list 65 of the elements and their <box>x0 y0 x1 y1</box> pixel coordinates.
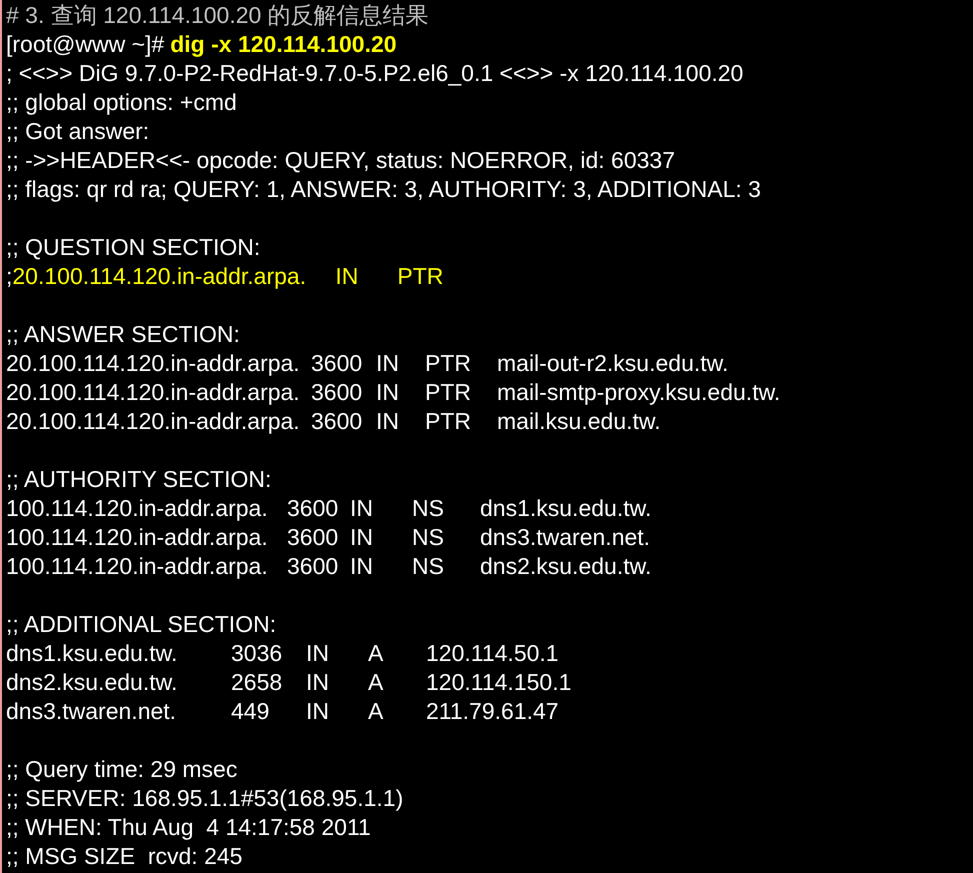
record-field: 3600 <box>287 552 350 581</box>
record-field: 20.100.114.120.in-addr.arpa. <box>6 349 311 378</box>
output-line: ;; MSG SIZE rcvd: 245 <box>6 842 242 871</box>
record-field: 3600 <box>311 378 376 407</box>
output-line: ;; flags: qr rd ra; QUERY: 1, ANSWER: 3, AUTHORITY: 3, ADDITIONAL: 3 <box>6 175 761 204</box>
record-field: dns3.twaren.net. <box>480 523 973 552</box>
record-field: 3600 <box>311 407 376 436</box>
record-field: A <box>368 668 426 697</box>
record-field: IN <box>376 378 425 407</box>
record-field: 100.114.120.in-addr.arpa. <box>6 552 287 581</box>
comment-marker: ; <box>6 262 12 291</box>
record-field: NS <box>412 552 480 581</box>
record-field: IN <box>306 697 368 726</box>
record-field: 3600 <box>311 349 376 378</box>
record-field: IN <box>350 552 412 581</box>
record-field: 100.114.120.in-addr.arpa. <box>6 494 287 523</box>
record-field: IN <box>350 494 412 523</box>
record-field: A <box>368 697 426 726</box>
shell-prompt: [root@www ~]# <box>6 30 164 59</box>
record-field: 449 <box>231 697 306 726</box>
record-field: mail-out-r2.ksu.edu.tw. <box>497 349 973 378</box>
record-field: PTR <box>425 407 497 436</box>
record-field: 211.79.61.47 <box>426 697 973 726</box>
record-field: IN <box>306 639 368 668</box>
record-field: IN <box>376 407 425 436</box>
record-field: PTR <box>425 378 497 407</box>
record-field: PTR <box>397 262 444 291</box>
record-field: dns1.ksu.edu.tw. <box>6 639 231 668</box>
output-line: ;; SERVER: 168.95.1.1#53(168.95.1.1) <box>6 784 404 813</box>
output-line: ;; global options: +cmd <box>6 88 237 117</box>
record-field: dns2.ksu.edu.tw. <box>480 552 973 581</box>
record-field: mail.ksu.edu.tw. <box>497 407 973 436</box>
output-line: ;; Got answer: <box>6 117 150 146</box>
output-line: ;; QUESTION SECTION: <box>6 233 260 262</box>
record-field: IN <box>376 349 425 378</box>
record-field: 3600 <box>287 494 350 523</box>
record-field: 3036 <box>231 639 306 668</box>
record-field: PTR <box>425 349 497 378</box>
record-field: NS <box>412 523 480 552</box>
record-field: mail-smtp-proxy.ksu.edu.tw. <box>497 378 973 407</box>
command-text: dig -x 120.114.100.20 <box>170 30 397 59</box>
record-field: IN <box>350 523 412 552</box>
output-line: ;; AUTHORITY SECTION: <box>6 465 272 494</box>
record-field: 100.114.120.in-addr.arpa. <box>6 523 287 552</box>
output-line: ;; WHEN: Thu Aug 4 14:17:58 2011 <box>6 813 371 842</box>
output-line: ;; ADDITIONAL SECTION: <box>6 610 276 639</box>
comment-line: # 3. 查询 120.114.100.20 的反解信息结果 <box>6 1 429 30</box>
record-field: IN <box>335 262 398 291</box>
record-field: 20.100.114.120.in-addr.arpa. <box>12 262 336 291</box>
record-field: 120.114.50.1 <box>426 639 973 668</box>
output-line: ;; ANSWER SECTION: <box>6 320 240 349</box>
output-line: ;; ->>HEADER<<- opcode: QUERY, status: NOERROR, id: 60337 <box>6 146 676 175</box>
record-field: dns3.twaren.net. <box>6 697 231 726</box>
record-field: 2658 <box>231 668 306 697</box>
record-field: dns2.ksu.edu.tw. <box>6 668 231 697</box>
record-field: 20.100.114.120.in-addr.arpa. <box>6 378 311 407</box>
record-field: IN <box>306 668 368 697</box>
record-field: A <box>368 639 426 668</box>
output-line: ; <<>> DiG 9.7.0-P2-RedHat-9.7.0-5.P2.el6_0.1 <<>> -x 120.114.100.20 <box>6 59 744 88</box>
record-field: dns1.ksu.edu.tw. <box>480 494 973 523</box>
record-field: 3600 <box>287 523 350 552</box>
output-line: ;; Query time: 29 msec <box>6 755 238 784</box>
record-field: 120.114.150.1 <box>426 668 973 697</box>
record-field: 20.100.114.120.in-addr.arpa. <box>6 407 311 436</box>
record-field: NS <box>412 494 480 523</box>
